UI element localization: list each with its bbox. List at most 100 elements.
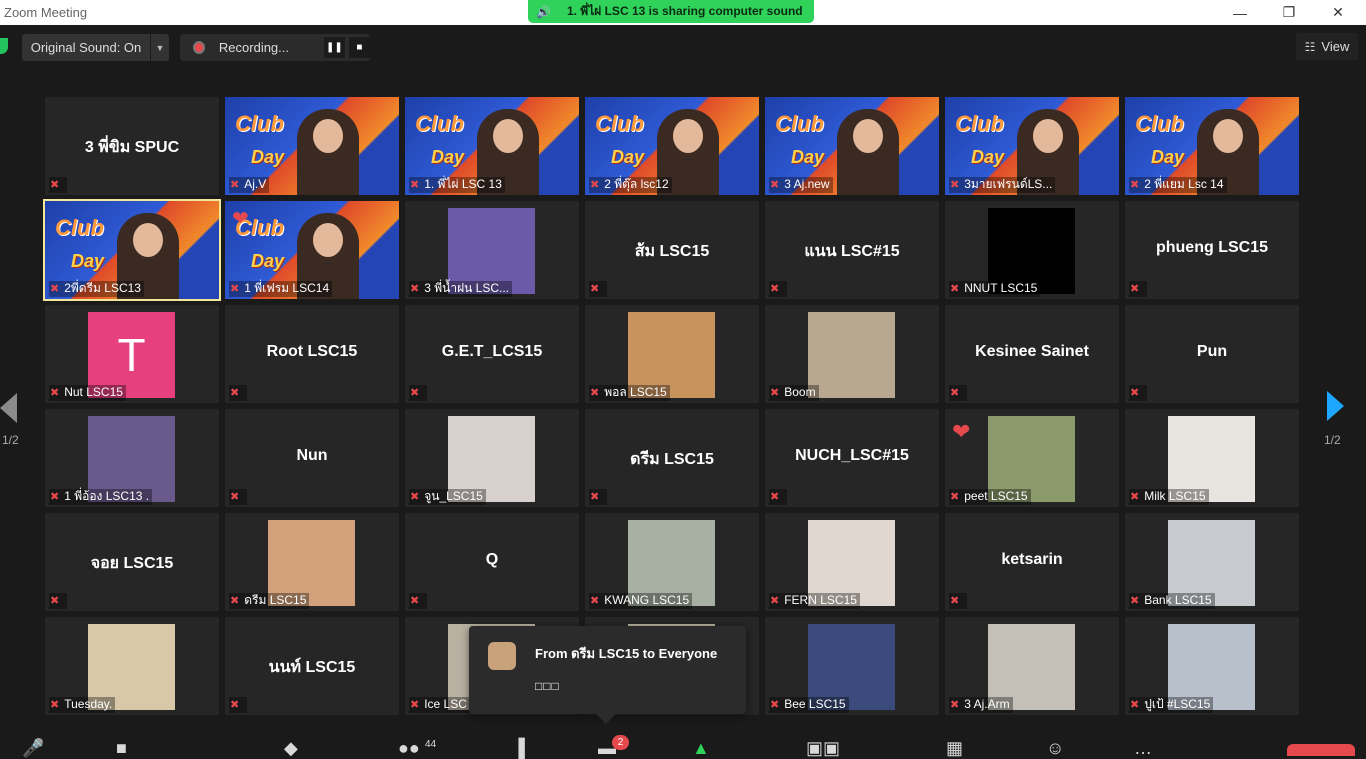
page-indicator-right: 1/2 bbox=[1324, 433, 1341, 447]
restore-button[interactable]: ❐ bbox=[1266, 0, 1312, 25]
muted-mic-icon: ✖ bbox=[230, 283, 240, 295]
breakout-rooms-icon[interactable]: ▦ bbox=[946, 738, 963, 759]
participant-tile[interactable]: 3 พี่ขิม SPUC ✖ bbox=[45, 97, 219, 195]
participant-tile[interactable]: Club Day ✖ 2 พี่แยม Lsc 14 bbox=[1125, 97, 1299, 195]
participant-label: ✖ bbox=[589, 281, 608, 297]
muted-mic-icon: ✖ bbox=[770, 387, 780, 399]
participant-label: ✖ 1. พี่ไผ่ LSC 13 bbox=[409, 177, 505, 193]
muted-mic-icon: ✖ bbox=[770, 491, 780, 503]
participant-tile[interactable]: จอย LSC15 ✖ bbox=[45, 513, 219, 611]
more-icon[interactable]: … bbox=[1134, 738, 1152, 759]
participant-tile[interactable]: NUCH_LSC#15 ✖ bbox=[765, 409, 939, 507]
participant-label: ✖ ปูเป้ #LSC15 bbox=[1129, 697, 1214, 713]
participant-tile[interactable]: Club Day ✖ 1. พี่ไผ่ LSC 13 bbox=[405, 97, 579, 195]
original-sound-button[interactable]: Original Sound: On bbox=[22, 34, 150, 61]
participant-tile[interactable]: ✖ Milk LSC15 bbox=[1125, 409, 1299, 507]
participant-tile[interactable]: ✖ 3 Aj.Arm bbox=[945, 617, 1119, 715]
participant-name: ketsarin bbox=[1001, 551, 1063, 568]
video-icon[interactable]: ■ bbox=[116, 738, 127, 759]
participant-tile[interactable]: ✖ Tuesday. bbox=[45, 617, 219, 715]
chat-notification[interactable]: From ดรีม LSC15 to Everyone □□□ bbox=[469, 626, 746, 724]
participant-tile[interactable]: Club Day ✖ 3มายเฟรนด์LS... bbox=[945, 97, 1119, 195]
pause-recording-button[interactable]: ❚❚ bbox=[323, 37, 345, 58]
participant-label-text: Aj.V bbox=[244, 177, 267, 191]
reactions-icon[interactable]: ☺ bbox=[1046, 738, 1064, 759]
muted-mic-icon: ✖ bbox=[770, 283, 780, 295]
participant-tile[interactable]: Club Day ✖ Aj.V bbox=[225, 97, 399, 195]
participant-tile[interactable]: Root LSC15 ✖ bbox=[225, 305, 399, 403]
next-page-arrow-icon[interactable] bbox=[1327, 391, 1344, 421]
participant-tile[interactable]: Pun ✖ bbox=[1125, 305, 1299, 403]
participant-tile[interactable]: Kesinee Sainet ✖ bbox=[945, 305, 1119, 403]
speaker-icon: 🔊 bbox=[536, 4, 551, 19]
participant-tile[interactable]: Club Day ✖ 1 พี่เฟรม LSC14 bbox=[225, 201, 399, 299]
participant-tile[interactable]: ✖ Bee LSC15 bbox=[765, 617, 939, 715]
participant-tile[interactable]: ✖ FERN LSC15 bbox=[765, 513, 939, 611]
participant-tile[interactable]: Club Day ✖ 2 พี่ตุ๊ล lsc12 bbox=[585, 97, 759, 195]
view-label: View bbox=[1321, 39, 1350, 54]
participant-label-text: พอล LSC15 bbox=[604, 385, 667, 399]
previous-page-arrow-icon[interactable] bbox=[0, 393, 17, 423]
participant-tile[interactable]: Nun ✖ bbox=[225, 409, 399, 507]
participant-label: ✖ bbox=[769, 489, 788, 505]
participant-tile[interactable]: Club Day ✖ 2พี่ดรีม LSC13 bbox=[43, 199, 221, 301]
participant-tile[interactable]: phueng LSC15 ✖ bbox=[1125, 201, 1299, 299]
participants-icon[interactable]: ●● bbox=[398, 738, 420, 759]
end-meeting-button[interactable] bbox=[1287, 744, 1355, 756]
share-screen-icon[interactable]: ▲ bbox=[692, 738, 710, 759]
participant-label: ✖ Bank LSC15 bbox=[1129, 593, 1215, 609]
participant-tile[interactable]: ✖ จูน_LSC15 bbox=[405, 409, 579, 507]
participant-label: ✖ Bee LSC15 bbox=[769, 697, 849, 713]
muted-mic-icon: ✖ bbox=[230, 179, 240, 191]
polls-icon[interactable]: ▐ bbox=[512, 738, 525, 759]
participant-label: ✖ bbox=[1129, 281, 1148, 297]
chat-message: □□□ bbox=[535, 679, 560, 693]
view-button[interactable]: ☷ View bbox=[1296, 33, 1358, 60]
stop-recording-button[interactable]: ■ bbox=[348, 37, 370, 58]
participant-tile[interactable]: Club Day ✖ 3 Aj.new bbox=[765, 97, 939, 195]
sharing-banner[interactable]: 🔊 1. พี่ไผ่ LSC 13 is sharing computer s… bbox=[528, 0, 814, 23]
participant-tile[interactable]: ✖ Bank LSC15 bbox=[1125, 513, 1299, 611]
record-button-icon[interactable]: ▣▣ bbox=[806, 738, 840, 759]
participant-tile[interactable]: ส้ม LSC15 ✖ bbox=[585, 201, 759, 299]
close-button[interactable]: ✕ bbox=[1315, 0, 1361, 25]
participant-tile[interactable]: T ✖ Nut LSC15 bbox=[45, 305, 219, 403]
participant-tile[interactable]: ดรีม LSC15 ✖ bbox=[585, 409, 759, 507]
participant-name: Nun bbox=[296, 447, 328, 464]
muted-mic-icon: ✖ bbox=[590, 179, 600, 191]
participant-tile[interactable]: ✖ 1 พี่อ้อง LSC13 . bbox=[45, 409, 219, 507]
muted-mic-icon: ✖ bbox=[950, 179, 960, 191]
participant-label-text: KWANG LSC15 bbox=[604, 593, 690, 607]
participant-tile[interactable]: ✖ peet LSC15 bbox=[945, 409, 1119, 507]
muted-mic-icon: ✖ bbox=[770, 179, 780, 191]
chevron-down-icon[interactable]: ▼ bbox=[151, 34, 169, 61]
participant-tile[interactable]: ✖ พอล LSC15 bbox=[585, 305, 759, 403]
participant-label-text: ปูเป้ #LSC15 bbox=[1144, 697, 1211, 711]
recording-label: Recording... bbox=[218, 40, 289, 55]
participant-name: ดรีม LSC15 bbox=[630, 451, 714, 468]
participant-tile[interactable]: ✖ 3 พี่น้ำฝน LSC... bbox=[405, 201, 579, 299]
shield-icon[interactable] bbox=[0, 38, 8, 54]
participant-tile[interactable]: แนน LSC#15 ✖ bbox=[765, 201, 939, 299]
mute-mic-icon[interactable]: 🎤 bbox=[22, 738, 44, 759]
participant-tile[interactable]: G.E.T_LCS15 ✖ bbox=[405, 305, 579, 403]
participant-label-text: 1 พี่อ้อง LSC13 . bbox=[64, 489, 150, 503]
participant-name: G.E.T_LCS15 bbox=[441, 343, 543, 360]
participant-label: ✖ จูน_LSC15 bbox=[409, 489, 486, 505]
chat-tail bbox=[596, 704, 616, 724]
participant-tile[interactable]: นนท์ LSC15 ✖ bbox=[225, 617, 399, 715]
participant-tile[interactable]: ✖ ปูเป้ #LSC15 bbox=[1125, 617, 1299, 715]
participant-tile[interactable]: ✖ NNUT LSC15 bbox=[945, 201, 1119, 299]
muted-mic-icon: ✖ bbox=[50, 491, 60, 503]
minimize-button[interactable]: — bbox=[1217, 0, 1263, 25]
participant-name: Pun bbox=[1196, 343, 1228, 360]
participant-label-text: 3 Aj.new bbox=[784, 177, 830, 191]
participant-tile[interactable]: ✖ Boom bbox=[765, 305, 939, 403]
participant-tile[interactable]: Q ✖ bbox=[405, 513, 579, 611]
security-icon[interactable]: ◆ bbox=[284, 738, 298, 759]
participant-tile[interactable]: ✖ KWANG LSC15 bbox=[585, 513, 759, 611]
muted-mic-icon: ✖ bbox=[410, 699, 420, 711]
participant-tile[interactable]: ✖ ดรีม LSC15 bbox=[225, 513, 399, 611]
participant-tile[interactable]: ketsarin ✖ bbox=[945, 513, 1119, 611]
muted-mic-icon: ✖ bbox=[1130, 595, 1140, 607]
